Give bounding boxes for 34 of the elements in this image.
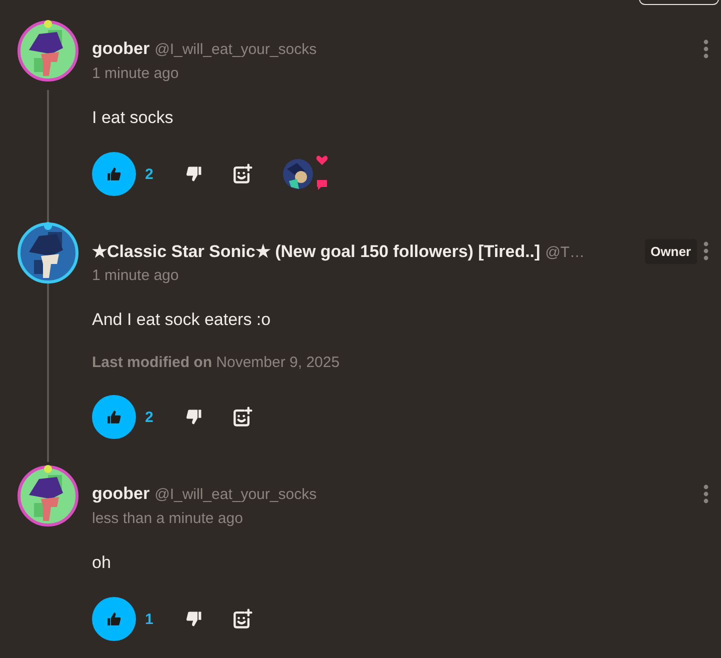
comment-text: oh bbox=[92, 553, 112, 573]
more-options-icon[interactable] bbox=[703, 241, 709, 261]
comment-text: And I eat sock eaters :o bbox=[92, 310, 272, 330]
add-reaction-icon[interactable] bbox=[231, 163, 253, 185]
like-button[interactable] bbox=[92, 597, 136, 641]
author-name[interactable]: goober bbox=[92, 39, 150, 58]
thumbs-up-icon bbox=[106, 166, 122, 182]
owner-badge: Owner bbox=[644, 238, 697, 264]
timestamp: 1 minute ago bbox=[92, 267, 180, 284]
thumbs-down-icon[interactable] bbox=[185, 610, 203, 628]
thumbs-down-icon[interactable] bbox=[185, 165, 203, 183]
like-count: 1 bbox=[145, 610, 154, 628]
add-reaction-icon[interactable] bbox=[231, 406, 253, 428]
add-reaction-icon[interactable] bbox=[231, 608, 253, 630]
timestamp: 1 minute ago bbox=[92, 65, 180, 82]
user-handle[interactable]: @I_will_eat_your_socks bbox=[154, 486, 317, 503]
author-name[interactable]: goober bbox=[92, 484, 150, 503]
user-handle[interactable]: @T… bbox=[545, 244, 585, 260]
like-count: 2 bbox=[145, 408, 154, 426]
comment-text: I eat socks bbox=[92, 108, 174, 128]
like-button[interactable] bbox=[92, 395, 136, 439]
thumbs-up-icon bbox=[106, 611, 122, 627]
like-count: 2 bbox=[145, 166, 154, 182]
modified-note: Last modified on November 9, 2025 bbox=[92, 354, 341, 371]
thumbs-up-icon bbox=[106, 409, 122, 425]
author-name[interactable]: ★Classic Star Sonic★ (New goal 150 followers) [Tired..] bbox=[92, 242, 540, 260]
chat-bubble-icon bbox=[316, 179, 328, 190]
user-handle[interactable]: @I_will_eat_your_socks bbox=[154, 41, 317, 58]
more-options-icon[interactable] bbox=[703, 39, 709, 59]
more-options-icon[interactable] bbox=[703, 484, 709, 504]
like-button[interactable] bbox=[92, 152, 136, 196]
thumbs-down-icon[interactable] bbox=[185, 408, 203, 426]
timestamp: less than a minute ago bbox=[92, 510, 244, 527]
heart-icon bbox=[316, 155, 328, 166]
